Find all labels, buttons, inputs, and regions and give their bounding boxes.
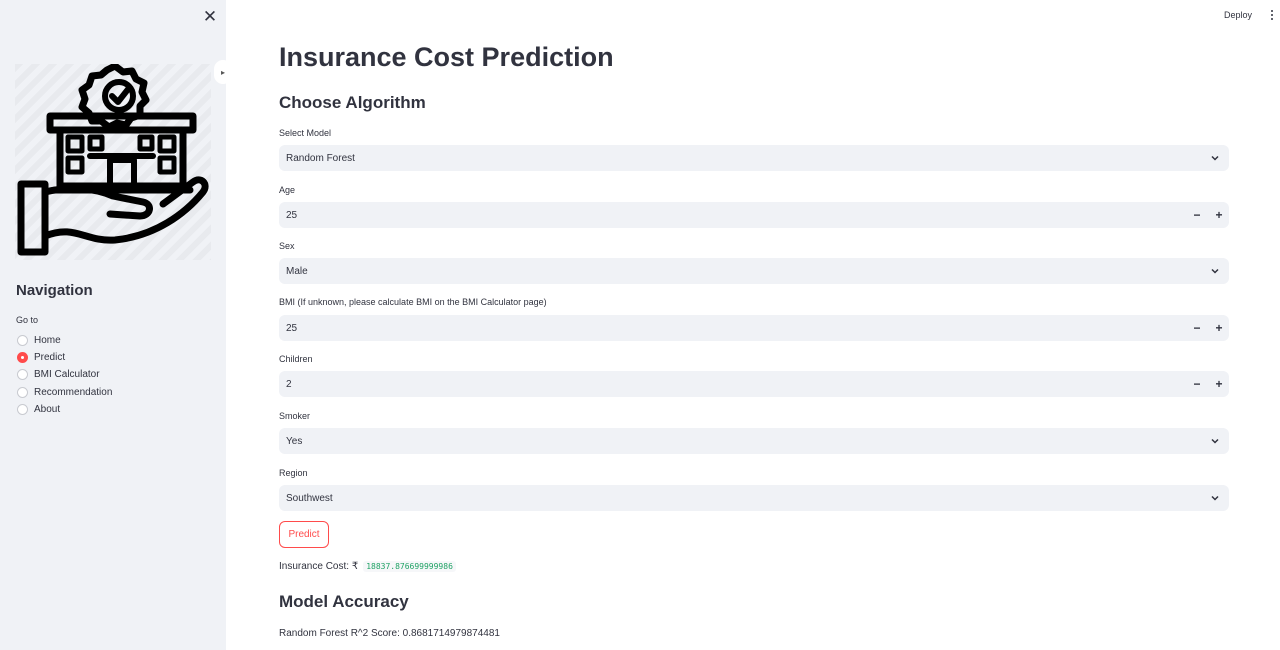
choose-algorithm-heading: Choose Algorithm	[279, 93, 426, 112]
cost-label: Insurance Cost: ₹	[279, 561, 359, 572]
minus-icon[interactable]: −	[1193, 208, 1201, 222]
model-select-value: Random Forest	[286, 152, 355, 164]
minus-icon[interactable]: −	[1193, 321, 1201, 335]
page-title: Insurance Cost Prediction	[279, 42, 614, 72]
bmi-input[interactable]: 25 − +	[279, 315, 1229, 341]
nav-radio-group: Home Predict BMI Calculator Recommendati…	[17, 332, 112, 418]
children-stepper: − +	[1193, 371, 1223, 397]
radio-icon[interactable]	[17, 335, 28, 347]
chevron-down-icon	[1211, 268, 1219, 274]
chevron-down-icon	[1211, 155, 1219, 161]
children-input[interactable]: 2 − +	[279, 371, 1229, 397]
minus-icon[interactable]: −	[1193, 377, 1201, 391]
radio-icon[interactable]	[17, 386, 28, 398]
sex-label: Sex	[279, 241, 295, 251]
age-stepper: − +	[1193, 202, 1223, 228]
plus-icon[interactable]: +	[1215, 321, 1223, 335]
deploy-button[interactable]: Deploy	[1224, 10, 1252, 20]
model-accuracy-heading: Model Accuracy	[279, 592, 409, 611]
nav-item-label: Predict	[34, 352, 66, 364]
age-input-value: 25	[286, 209, 298, 221]
nav-item-home[interactable]: Home	[17, 332, 112, 349]
nav-item-about[interactable]: About	[17, 401, 112, 418]
nav-item-label: Home	[34, 335, 61, 347]
children-input-value: 2	[286, 378, 292, 390]
smoker-label: Smoker	[279, 411, 311, 421]
nav-item-recommendation[interactable]: Recommendation	[17, 384, 112, 401]
radio-icon[interactable]	[17, 403, 28, 415]
radio-checked-icon[interactable]	[17, 352, 28, 364]
chevron-down-icon	[1211, 438, 1219, 444]
children-label: Children	[279, 354, 313, 364]
sex-select-value: Male	[286, 265, 308, 277]
chevron-down-icon	[1211, 495, 1219, 501]
model-label: Select Model	[279, 128, 332, 138]
plus-icon[interactable]: +	[1215, 377, 1223, 391]
region-label: Region	[279, 468, 308, 478]
close-icon[interactable]: ✕	[201, 7, 219, 25]
cost-value: 18837.876699999986	[363, 561, 456, 572]
age-label: Age	[279, 185, 296, 195]
nav-item-bmi-calculator[interactable]: BMI Calculator	[17, 366, 112, 383]
sex-select[interactable]: Male	[279, 258, 1229, 284]
region-select[interactable]: Southwest	[279, 485, 1229, 511]
nav-item-label: BMI Calculator	[34, 369, 100, 381]
model-select[interactable]: Random Forest	[279, 145, 1229, 171]
plus-icon[interactable]: +	[1215, 208, 1223, 222]
predict-button[interactable]: Predict	[279, 521, 329, 548]
smoker-select[interactable]: Yes	[279, 428, 1229, 454]
insurance-cost-output: Insurance Cost: ₹ 18837.876699999986	[279, 561, 456, 572]
nav-item-label: Recommendation	[34, 386, 113, 398]
r2-score-text: Random Forest R^2 Score: 0.8681714979874…	[279, 628, 500, 639]
nav-item-predict[interactable]: Predict	[17, 349, 112, 366]
nav-title: Navigation	[16, 282, 93, 299]
collapse-sidebar-icon[interactable]: ▸	[214, 60, 232, 84]
more-options-icon[interactable]	[1268, 8, 1276, 22]
age-input[interactable]: 25 − +	[279, 202, 1229, 228]
bmi-stepper: − +	[1193, 315, 1223, 341]
bmi-input-value: 25	[286, 322, 298, 334]
smoker-select-value: Yes	[286, 435, 303, 447]
radio-icon[interactable]	[17, 369, 28, 381]
goto-label: Go to	[16, 315, 39, 325]
sidebar: ✕ ▸ Navigation Go to Home Predict BMI Ca…	[0, 0, 232, 650]
region-select-value: Southwest	[286, 492, 333, 504]
nav-item-label: About	[34, 403, 61, 415]
insurance-building-hand-icon	[15, 64, 211, 260]
bmi-label: BMI (If unknown, please calculate BMI on…	[279, 297, 547, 307]
